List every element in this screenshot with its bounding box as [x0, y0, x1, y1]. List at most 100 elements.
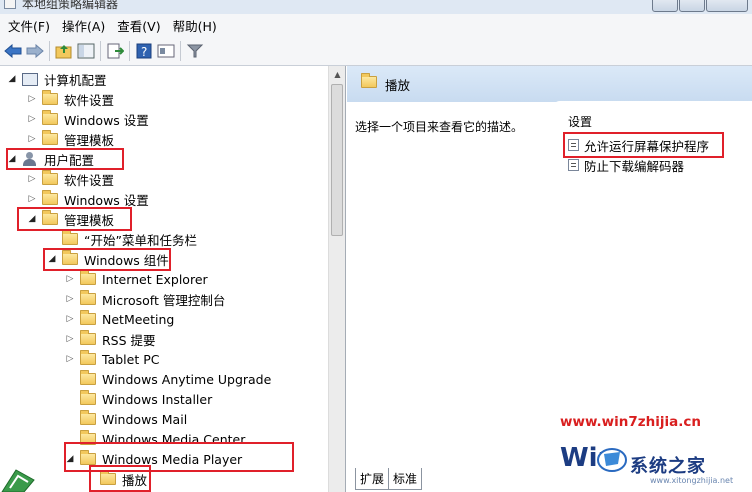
up-folder-icon[interactable] [53, 40, 75, 62]
toolbar-separator [180, 40, 181, 61]
watermark-brand: 系统之家 [630, 456, 706, 477]
tree-label: 管理模板 [64, 132, 115, 148]
setting-item[interactable]: 防止下载编解码器 [568, 156, 684, 174]
export-list-icon[interactable] [104, 40, 126, 62]
folder-icon [80, 290, 96, 305]
tree-node-component[interactable]: ▷ Internet Explorer [64, 270, 208, 288]
folder-icon [80, 270, 96, 285]
tree-node-computer-config[interactable]: ◢ 计算机配置 [6, 70, 107, 88]
settings-column-header[interactable]: 设置 [552, 101, 752, 129]
properties-icon[interactable] [155, 40, 177, 62]
folder-icon [80, 350, 96, 365]
tree-label: Tablet PC [102, 351, 160, 367]
folder-icon [80, 390, 96, 405]
highlight-box [17, 207, 132, 231]
tree-label: 软件设置 [64, 172, 115, 188]
tree-node-component[interactable]: ▷ Microsoft 管理控制台 [64, 290, 225, 308]
highlight-box [563, 132, 724, 158]
back-icon[interactable] [2, 40, 24, 62]
menu-help[interactable]: 帮助(H) [167, 16, 223, 35]
highlight-box [43, 248, 171, 271]
toolbar-separator [49, 40, 50, 61]
tab-extended[interactable]: 扩展 [355, 468, 390, 490]
expand-arrow-icon[interactable]: ▷ [26, 174, 38, 184]
expand-arrow-icon[interactable]: ▷ [64, 334, 76, 344]
folder-icon [80, 310, 96, 325]
menu-file[interactable]: 文件(F) [2, 16, 56, 35]
app-icon [4, 0, 16, 9]
tree-node-component[interactable]: ▷ NetMeeting [64, 310, 174, 328]
toolbar-separator [100, 40, 101, 61]
expand-arrow-icon[interactable]: ▷ [64, 294, 76, 304]
menu-action[interactable]: 操作(A) [56, 16, 111, 35]
watermark-sub-url: www.xitongzhijia.net [650, 476, 734, 485]
folder-icon [42, 170, 58, 185]
watermark-logo-icon: Win [560, 438, 630, 474]
highlight-box [6, 148, 124, 170]
menu-view[interactable]: 查看(V) [111, 16, 166, 35]
detail-title: 播放 [385, 78, 411, 93]
tree-label: “开始”菜单和任务栏 [84, 232, 197, 248]
folder-icon [80, 330, 96, 345]
tree-label: Windows Anytime Upgrade [102, 371, 272, 387]
policy-setting-icon [568, 159, 579, 171]
highlight-box [89, 465, 151, 492]
collapse-arrow-icon[interactable]: ◢ [6, 74, 18, 84]
watermark: www.win7zhijia.cn Win 系统之家 www.xitongzhi… [560, 414, 752, 492]
expand-arrow-icon[interactable]: ▷ [26, 194, 38, 204]
tree-label: 计算机配置 [44, 72, 107, 88]
svg-text:?: ? [141, 45, 147, 59]
forward-icon[interactable] [24, 40, 46, 62]
toolbar-separator [129, 40, 130, 61]
detail-header: 播放 [347, 66, 752, 102]
tree-label: RSS 提要 [102, 332, 156, 348]
scroll-up-icon[interactable]: ▲ [329, 66, 345, 83]
tree-pane[interactable]: ◢ 计算机配置 ▷ 软件设置 ▷ Windows 设置 ▷ 管理模板 ◢ 用户配… [0, 66, 346, 492]
tree-node-component[interactable]: Windows Mail [64, 410, 187, 428]
tree-node-component[interactable]: Windows Installer [64, 390, 212, 408]
tree-label: Internet Explorer [102, 271, 208, 287]
tree-scrollbar[interactable]: ▲ [328, 66, 345, 492]
expand-arrow-icon[interactable]: ▷ [26, 94, 38, 104]
tree-label: 软件设置 [64, 92, 115, 108]
title-bar: 本地组策略编辑器 [0, 0, 752, 14]
folder-icon [42, 90, 58, 105]
watermark-url: www.win7zhijia.cn [560, 414, 701, 430]
maximize-button[interactable] [679, 0, 705, 12]
tree-node-uc-windows[interactable]: ▷ Windows 设置 [26, 190, 149, 208]
tree-node-uc-software[interactable]: ▷ 软件设置 [26, 170, 114, 188]
expand-arrow-icon[interactable]: ▷ [26, 114, 38, 124]
folder-icon [361, 73, 377, 88]
tree-node-cc-software[interactable]: ▷ 软件设置 [26, 90, 114, 108]
corner-logo-icon [0, 466, 40, 492]
tree-label: Windows Mail [102, 411, 188, 427]
tree-label: Windows 设置 [64, 192, 149, 208]
tree-node-component[interactable]: ▷ Tablet PC [64, 350, 159, 368]
setting-label: 防止下载编解码器 [584, 158, 685, 174]
tree-label: Microsoft 管理控制台 [102, 292, 226, 308]
filter-icon[interactable] [184, 40, 206, 62]
tree-node-component[interactable]: Windows Anytime Upgrade [64, 370, 271, 388]
scroll-thumb[interactable] [331, 84, 343, 236]
help-icon[interactable]: ? [133, 40, 155, 62]
tree-node-cc-windows[interactable]: ▷ Windows 设置 [26, 110, 149, 128]
expand-arrow-icon[interactable]: ▷ [64, 274, 76, 284]
folder-icon [80, 370, 96, 385]
folder-icon [80, 410, 96, 425]
tree-node-start-menu[interactable]: “开始”菜单和任务栏 [46, 230, 197, 248]
show-hide-tree-icon[interactable] [75, 40, 97, 62]
toolbar: ? [0, 36, 752, 66]
expand-arrow-icon[interactable]: ▷ [26, 134, 38, 144]
window-title: 本地组策略编辑器 [22, 0, 119, 11]
menu-bar: 文件(F) 操作(A) 查看(V) 帮助(H) [0, 14, 752, 36]
tree-label: Windows 设置 [64, 112, 149, 128]
folder-icon [42, 110, 58, 125]
expand-arrow-icon[interactable]: ▷ [64, 314, 76, 324]
close-button[interactable] [706, 0, 748, 12]
expand-arrow-icon[interactable]: ▷ [64, 354, 76, 364]
tree-node-component[interactable]: ▷ RSS 提要 [64, 330, 156, 348]
window-controls [651, 0, 748, 12]
tree-node-cc-admin[interactable]: ▷ 管理模板 [26, 130, 114, 148]
tab-standard[interactable]: 标准 [388, 468, 423, 490]
minimize-button[interactable] [652, 0, 678, 12]
